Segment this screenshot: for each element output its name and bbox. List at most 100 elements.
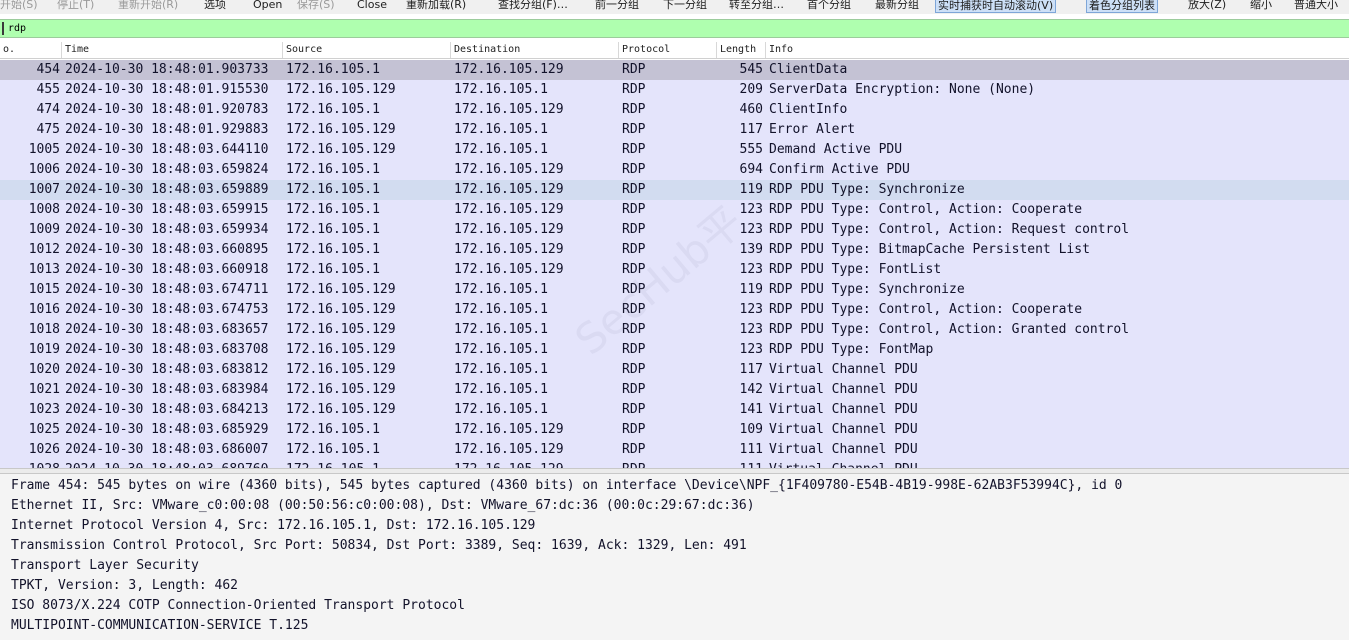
toolbar-item[interactable]: 普通大小: [1292, 0, 1340, 12]
toolbar-item[interactable]: Close: [355, 0, 389, 12]
bookmark-icon[interactable]: [2, 22, 4, 35]
packet-no: 455: [36, 82, 60, 97]
column-header-length[interactable]: Length: [717, 42, 766, 58]
packet-row[interactable]: 1019 2024-10-30 18:48:03.683708 172.16.105…: [0, 340, 1349, 360]
display-filter-input[interactable]: [8, 20, 1308, 37]
packet-protocol: RDP: [622, 202, 646, 217]
packet-row[interactable]: 1025 2024-10-30 18:48:03.685929 172.16.105…: [0, 420, 1349, 440]
column-header-destination[interactable]: Destination: [451, 42, 619, 58]
packet-destination: 172.16.105.1: [454, 142, 548, 157]
packet-row[interactable]: 454 2024-10-30 18:48:01.903733 172.16.105.…: [0, 60, 1349, 80]
packet-row[interactable]: 1026 2024-10-30 18:48:03.686007 172.16.105…: [0, 440, 1349, 460]
toolbar-item[interactable]: 转至分组…: [727, 0, 786, 12]
packet-no: 1008: [28, 202, 60, 217]
packet-source: 172.16.105.1: [286, 182, 380, 197]
packet-destination: 172.16.105.129: [454, 62, 564, 77]
packet-protocol: RDP: [622, 282, 646, 297]
toolbar-item[interactable]: 选项: [202, 0, 228, 12]
packet-row[interactable]: 1006 2024-10-30 18:48:03.659824 172.16.105…: [0, 160, 1349, 180]
packet-protocol: RDP: [622, 362, 646, 377]
column-header-time[interactable]: Time: [62, 42, 283, 58]
toolbar-item[interactable]: 首个分组: [805, 0, 853, 12]
detail-tree-item[interactable]: Ethernet II, Src: VMware_c0:00:08 (00:50…: [11, 496, 755, 516]
packet-time: 2024-10-30 18:48:03.689760: [65, 460, 280, 468]
toolbar-item[interactable]: Open: [251, 0, 284, 12]
toolbar-item[interactable]: 查找分组(F)…: [496, 0, 570, 12]
toolbar-item[interactable]: 保存(S): [295, 0, 337, 12]
toolbar-item[interactable]: 重新加载(R): [404, 0, 468, 12]
detail-tree-item[interactable]: Transport Layer Security: [11, 556, 199, 576]
packet-length: 111: [718, 460, 763, 468]
toolbar-item[interactable]: 下一分组: [661, 0, 709, 12]
packet-source: 172.16.105.1: [286, 202, 380, 217]
detail-tree-item[interactable]: Frame 454: 545 bytes on wire (4360 bits)…: [11, 476, 1122, 496]
column-header-protocol[interactable]: Protocol: [619, 42, 717, 58]
packet-destination: 172.16.105.1: [454, 362, 548, 377]
packet-source: 172.16.105.1: [286, 442, 380, 457]
packet-destination: 172.16.105.1: [454, 322, 548, 337]
packet-row[interactable]: 455 2024-10-30 18:48:01.915530 172.16.105.…: [0, 80, 1349, 100]
packet-source: 172.16.105.129: [286, 82, 396, 97]
packet-no: 1021: [28, 382, 60, 397]
toolbar-item[interactable]: 着色分组列表: [1086, 0, 1158, 13]
packet-protocol: RDP: [622, 82, 646, 97]
packet-time: 2024-10-30 18:48:03.683984: [65, 382, 269, 397]
packet-length: 209: [739, 82, 763, 97]
packet-row[interactable]: 474 2024-10-30 18:48:01.920783 172.16.105.…: [0, 100, 1349, 120]
toolbar-item[interactable]: 放大(Z): [1186, 0, 1228, 12]
packet-info: RDP PDU Type: Control, Action: Cooperate: [769, 302, 1083, 317]
packet-row[interactable]: 1008 2024-10-30 18:48:03.659915 172.16.105…: [0, 200, 1349, 220]
packet-length: 123: [739, 322, 763, 337]
packet-source: 172.16.105.1: [286, 62, 380, 77]
detail-tree-item[interactable]: TPKT, Version: 3, Length: 462: [11, 576, 238, 596]
packet-protocol: RDP: [622, 442, 646, 457]
packet-destination: 172.16.105.129: [454, 242, 564, 257]
packet-time: 2024-10-30 18:48:03.660895: [65, 242, 269, 257]
packet-row[interactable]: 1023 2024-10-30 18:48:03.684213 172.16.105…: [0, 400, 1349, 420]
packet-row[interactable]: 475 2024-10-30 18:48:01.929883 172.16.105.…: [0, 120, 1349, 140]
packet-source: 172.16.105.1: [286, 422, 380, 437]
packet-length: 555: [739, 142, 763, 157]
packet-row[interactable]: 1009 2024-10-30 18:48:03.659934 172.16.105…: [0, 220, 1349, 240]
toolbar-item[interactable]: 前一分组: [593, 0, 641, 12]
detail-tree-item[interactable]: ISO 8073/X.224 COTP Connection-Oriented …: [11, 596, 465, 616]
packet-time: 2024-10-30 18:48:01.915530: [65, 82, 269, 97]
packet-protocol: RDP: [622, 182, 646, 197]
detail-tree-item[interactable]: MULTIPOINT-COMMUNICATION-SERVICE T.125: [11, 616, 308, 636]
toolbar-item[interactable]: 重新开始(R): [116, 0, 180, 12]
packet-length: 139: [739, 242, 763, 257]
packet-no: 1025: [28, 422, 60, 437]
toolbar-item[interactable]: 停止(T): [55, 0, 96, 12]
packet-source: 172.16.105.129: [286, 342, 396, 357]
packet-length: 119: [739, 282, 763, 297]
packet-time: 2024-10-30 18:48:03.659824: [65, 162, 269, 177]
packet-time: 2024-10-30 18:48:01.929883: [65, 122, 269, 137]
packet-length: 460: [739, 102, 763, 117]
column-header-info[interactable]: Info: [766, 42, 1349, 58]
packet-row[interactable]: 1020 2024-10-30 18:48:03.683812 172.16.105…: [0, 360, 1349, 380]
packet-row[interactable]: 1012 2024-10-30 18:48:03.660895 172.16.105…: [0, 240, 1349, 260]
toolbar-item[interactable]: 开始(S): [0, 0, 40, 12]
column-header-source[interactable]: Source: [283, 42, 451, 58]
detail-tree-item[interactable]: Transmission Control Protocol, Src Port:…: [11, 536, 747, 556]
packet-list[interactable]: 454 2024-10-30 18:48:01.903733 172.16.105.…: [0, 60, 1349, 468]
packet-row[interactable]: 1021 2024-10-30 18:48:03.683984 172.16.105…: [0, 380, 1349, 400]
toolbar-item[interactable]: 最新分组: [873, 0, 921, 12]
packet-source: 172.16.105.1: [286, 460, 450, 468]
packet-length: 119: [739, 182, 763, 197]
packet-row[interactable]: 1018 2024-10-30 18:48:03.683657 172.16.105…: [0, 320, 1349, 340]
packet-row[interactable]: 1015 2024-10-30 18:48:03.674711 172.16.105…: [0, 280, 1349, 300]
detail-tree-item[interactable]: Internet Protocol Version 4, Src: 172.16…: [11, 516, 535, 536]
toolbar-item[interactable]: 缩小: [1248, 0, 1274, 12]
packet-row[interactable]: 1013 2024-10-30 18:48:03.660918 172.16.105…: [0, 260, 1349, 280]
packet-row[interactable]: 1028 2024-10-30 18:48:03.689760 172.16.105…: [0, 460, 1349, 468]
packet-row[interactable]: 1016 2024-10-30 18:48:03.674753 172.16.105…: [0, 300, 1349, 320]
packet-row[interactable]: 1005 2024-10-30 18:48:03.644110 172.16.105…: [0, 140, 1349, 160]
toolbar-item[interactable]: 实时捕获时自动滚动(V): [935, 0, 1057, 13]
packet-info: Demand Active PDU: [769, 142, 903, 157]
packet-length: 123: [739, 302, 763, 317]
packet-protocol: RDP: [622, 422, 646, 437]
packet-length: 123: [739, 202, 763, 217]
packet-row[interactable]: 1007 2024-10-30 18:48:03.659889 172.16.105…: [0, 180, 1349, 200]
column-header-no[interactable]: o.: [0, 42, 62, 58]
